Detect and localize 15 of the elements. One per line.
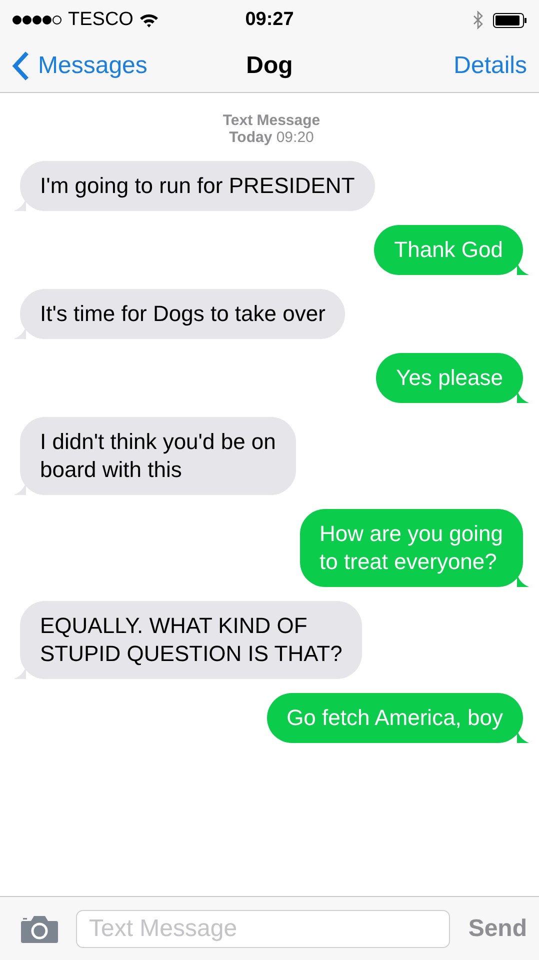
carrier-name: TESCO (68, 9, 134, 31)
send-button[interactable]: Send (468, 914, 527, 942)
signal-icon (12, 15, 62, 25)
wifi-icon (139, 12, 160, 28)
back-button[interactable]: Messages (12, 51, 148, 81)
clock-time: 09:27 (245, 9, 294, 30)
camera-icon[interactable] (21, 914, 58, 942)
timestamp: Today 09:20 (229, 129, 314, 146)
chevron-icon (12, 51, 30, 81)
bluetooth-icon (473, 11, 483, 29)
details-link[interactable]: Details (454, 52, 527, 80)
service-label: Text Message (222, 112, 320, 129)
message-field[interactable]: Text Message (76, 910, 450, 948)
battery-icon (493, 12, 527, 28)
contact-name: Dog (246, 52, 293, 79)
